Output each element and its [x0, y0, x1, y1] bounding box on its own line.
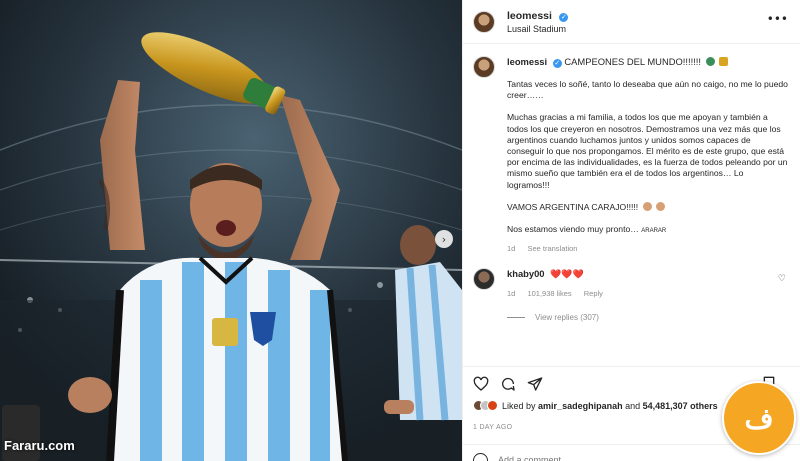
caption-title: CAMPEONES DEL MUNDO!!!!!!! — [564, 56, 702, 67]
caption-body: leomessi ✓ CAMPEONES DEL MUNDO!!!!!!! Ta… — [507, 56, 788, 254]
verified-icon: ✓ — [552, 59, 562, 68]
others-link[interactable]: 54,481,307 others — [643, 401, 718, 411]
caption-time: 1d — [507, 244, 516, 254]
caption-tag: ARARAR — [641, 228, 667, 235]
see-translation-link[interactable]: See translation — [527, 244, 577, 253]
caption-username[interactable]: leomessi — [507, 56, 547, 67]
post-header: leomessi ✓ Lusail Stadium ••• — [463, 0, 800, 44]
author-username[interactable]: leomessi — [507, 10, 552, 22]
commenter-avatar[interactable] — [473, 268, 495, 291]
post-time[interactable]: 1 DAY AGO — [473, 424, 512, 431]
comment-item: khaby00 ❤️❤️❤️ 1d 101,938 likes Reply ♡ — [473, 268, 788, 298]
comment-text: ❤️❤️❤️ — [550, 270, 584, 281]
caption-paragraph: Muchas gracias a mi familia, a todos los… — [507, 112, 788, 190]
comment-likes[interactable]: 101,938 likes — [527, 289, 571, 298]
caption-paragraph: VAMOS ARGENTINA CARAJO!!!!! — [507, 201, 639, 212]
view-replies-link[interactable]: View replies (307) — [507, 313, 788, 322]
globe-emoji-icon — [705, 57, 715, 66]
caption-paragraph: Nos estamos viendo muy pronto… — [507, 224, 639, 235]
post-location[interactable]: Lusail Stadium — [507, 23, 568, 36]
heart-icon[interactable]: ♡ — [778, 274, 786, 284]
trophy-emoji-icon — [719, 57, 729, 66]
emoji-icon[interactable] — [473, 453, 488, 461]
praying-emoji-icon — [655, 201, 665, 211]
commenter-username[interactable]: khaby00 — [507, 268, 545, 279]
author-avatar[interactable] — [473, 10, 495, 33]
reply-link[interactable]: Reply — [584, 289, 603, 298]
more-horizontal-icon[interactable]: ••• — [767, 12, 788, 26]
praying-emoji-icon — [642, 201, 652, 211]
add-comment-input[interactable] — [498, 455, 718, 461]
liker-username[interactable]: amir_sadeghipanah — [538, 401, 623, 411]
comment-icon[interactable] — [500, 376, 516, 392]
post-image — [0, 0, 462, 461]
site-logo: ف — [722, 381, 796, 455]
comment-time: 1d — [507, 288, 516, 298]
verified-icon: ✓ — [559, 12, 569, 22]
heart-icon[interactable] — [473, 376, 489, 392]
comments-area[interactable]: leomessi ✓ CAMPEONES DEL MUNDO!!!!!!! Ta… — [463, 44, 800, 366]
caption-paragraph: Tantas veces lo soñé, tanto lo deseaba q… — [507, 79, 788, 101]
liker-avatar — [487, 400, 498, 411]
photo-watermark: Fararu.com — [4, 438, 75, 453]
caption-avatar[interactable] — [473, 56, 495, 78]
next-photo-button[interactable]: › — [435, 230, 453, 248]
share-icon[interactable] — [527, 376, 543, 392]
caption: leomessi ✓ CAMPEONES DEL MUNDO!!!!!!! Ta… — [473, 56, 788, 254]
post-photo[interactable]: Fararu.com › — [0, 0, 462, 461]
